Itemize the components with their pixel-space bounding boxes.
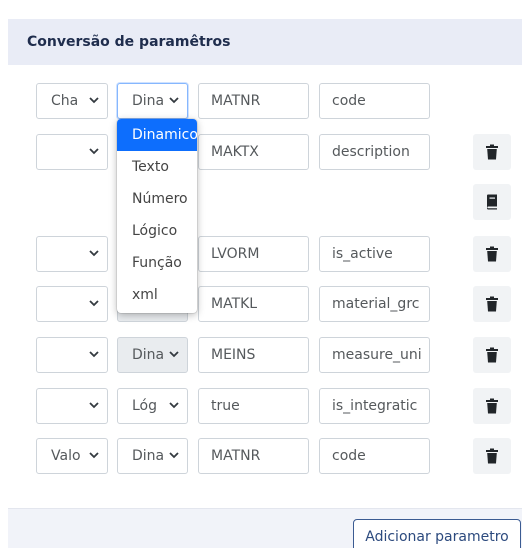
dropdown-option-texto[interactable]: Texto [117, 151, 197, 183]
dropdown-option-funcao[interactable]: Função [117, 247, 197, 279]
param-kind-select[interactable]: Dina [117, 337, 188, 373]
target-field-input[interactable]: is_integratic [319, 388, 430, 424]
delete-row-button[interactable] [473, 388, 511, 424]
param-row: LVORM is_active [0, 236, 522, 274]
delete-row-button[interactable] [473, 236, 511, 272]
target-field-input[interactable]: material_grc [319, 286, 430, 322]
param-row: Cha Dina MATNR code [0, 83, 522, 121]
chevron-down-icon [89, 452, 99, 459]
trash-icon [486, 296, 498, 312]
param-type-select[interactable]: Cha [36, 83, 108, 119]
source-field-input[interactable]: MAKTX [198, 134, 309, 170]
delete-row-button[interactable] [473, 286, 511, 322]
param-type-select[interactable] [36, 236, 108, 272]
details-button[interactable] [473, 184, 511, 220]
chevron-down-icon [89, 250, 99, 257]
delete-row-button[interactable] [473, 337, 511, 373]
target-field-input[interactable]: code [319, 438, 430, 474]
target-field-input[interactable]: description [319, 134, 430, 170]
param-kind-select[interactable]: Lóg [117, 388, 188, 424]
source-field-input[interactable]: true [198, 388, 309, 424]
trash-icon [486, 246, 498, 262]
book-icon [487, 194, 497, 210]
source-field-input[interactable]: MATKL [198, 286, 309, 322]
param-row: MAKTX description [0, 134, 522, 172]
target-field-input[interactable]: measure_uni [319, 337, 430, 373]
target-field-input[interactable]: is_active [319, 236, 430, 272]
source-field-input[interactable]: MATNR [198, 83, 309, 119]
param-type-select[interactable] [36, 286, 108, 322]
trash-icon [486, 144, 498, 160]
dropdown-option-dinamico[interactable]: Dinamico [117, 119, 197, 151]
param-kind-select[interactable]: Dina [117, 83, 188, 119]
dropdown-option-numero[interactable]: Número [117, 183, 197, 215]
delete-row-button[interactable] [473, 134, 511, 170]
chevron-down-icon [169, 97, 179, 104]
chevron-down-icon [89, 148, 99, 155]
chevron-down-icon [89, 351, 99, 358]
trash-icon [486, 347, 498, 363]
chevron-down-icon [89, 300, 99, 307]
param-row: Lóg true is_integratic [0, 388, 522, 426]
param-type-select[interactable]: Valo [36, 438, 108, 474]
panel-header: Conversão de paramêtros [8, 19, 522, 65]
param-kind-select[interactable]: Dina [117, 438, 188, 474]
trash-icon [486, 398, 498, 414]
kind-dropdown-menu: Dinamico Texto Número Lógico Função xml [117, 119, 197, 313]
add-parameter-button[interactable]: Adicionar parametro [353, 519, 521, 548]
param-row: Valo Dina MATNR code [0, 438, 522, 476]
param-row: Dina MEINS measure_uni [0, 337, 522, 375]
source-field-input[interactable]: MEINS [198, 337, 309, 373]
param-type-select[interactable] [36, 388, 108, 424]
source-field-input[interactable]: LVORM [198, 236, 309, 272]
param-type-select[interactable] [36, 134, 108, 170]
chevron-down-icon [89, 97, 99, 104]
panel-title: Conversão de paramêtros [27, 34, 231, 50]
delete-row-button[interactable] [473, 438, 511, 474]
param-type-select[interactable] [36, 337, 108, 373]
trash-icon [486, 448, 498, 464]
chevron-down-icon [169, 452, 179, 459]
chevron-down-icon [169, 351, 179, 358]
param-row: MATKL material_grc [0, 286, 522, 324]
dropdown-option-logico[interactable]: Lógico [117, 215, 197, 247]
target-field-input[interactable]: code [319, 83, 430, 119]
source-field-input[interactable]: MATNR [198, 438, 309, 474]
dropdown-option-xml[interactable]: xml [117, 279, 197, 311]
chevron-down-icon [89, 402, 99, 409]
chevron-down-icon [169, 402, 179, 409]
